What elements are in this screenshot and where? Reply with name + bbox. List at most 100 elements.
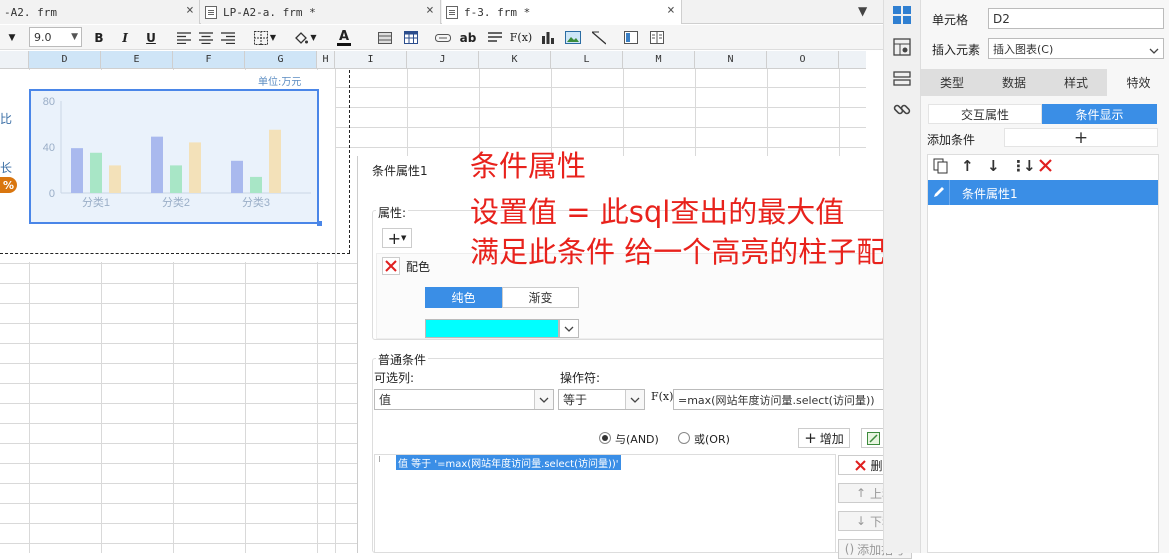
close-icon[interactable]: × [186,3,194,18]
attribute-label: 属性: [376,204,409,221]
text-icon[interactable]: ab [459,28,477,47]
add-condition-button[interactable]: + 增加 [798,428,850,448]
chevron-down-icon [625,390,644,409]
fill-color-icon[interactable]: ▼ [290,28,320,47]
tab-lp-a2-a[interactable]: LP-A2-a. frm * × [201,0,441,24]
format-toolbar: ▼ 9.0 ▼ B I U ▼ ▼ A ab F(x) [0,25,883,50]
image-icon[interactable] [564,28,582,47]
border-icon[interactable]: ▼ [251,28,279,47]
column-select[interactable]: 值 [374,389,554,410]
x-tick-label: 分类1 [82,195,110,209]
tab-type[interactable]: 类型 [921,69,983,96]
column-header-n[interactable]: N [695,51,767,69]
bold-button[interactable]: B [90,28,108,47]
formula-icon[interactable]: F(x) [510,28,532,47]
column-header-i[interactable]: I [335,51,407,69]
insert-element-select[interactable]: 插入图表(C) [988,38,1164,59]
chevron-down-icon [564,326,574,332]
tab-data[interactable]: 数据 [983,69,1045,96]
move-bottom-icon[interactable]: ⋮↓ [1011,157,1036,175]
tab-list-icon[interactable]: ▼ [858,4,867,18]
operator-select[interactable]: 等于 [558,389,645,410]
move-up-icon[interactable]: ↑ [961,157,974,175]
font-color-icon[interactable]: A [328,28,360,47]
bar [151,136,163,193]
delete-icon[interactable] [1039,159,1052,175]
tab-f-3[interactable]: f-3. frm * × [442,0,682,24]
condition-list-panel [927,154,1159,553]
x-tick-label: 分类2 [162,195,190,209]
file-icon [205,5,217,19]
column-header-o[interactable]: O [767,51,839,69]
solid-color-tab[interactable]: 纯色 [425,287,502,308]
formula-fx-icon[interactable]: F(x) [651,390,673,403]
italic-button[interactable]: I [116,28,134,47]
align-right-icon[interactable] [219,28,237,47]
column-header-k[interactable]: K [479,51,551,69]
cell-element-icon[interactable] [893,38,911,56]
color-dropdown-button[interactable] [559,319,579,338]
column-header-j[interactable]: J [407,51,479,69]
color-swatch[interactable] [425,319,559,338]
tab-a2[interactable]: -A2. frm × [0,0,200,24]
layout-icon[interactable] [622,28,640,47]
column-header-f[interactable]: F [173,51,245,69]
align-left-icon[interactable] [175,28,193,47]
link-icon[interactable] [893,101,911,119]
document-tab-bar: -A2. frm × LP-A2-a. frm * × f-3. frm * ×… [0,0,883,24]
copy-icon[interactable] [933,158,949,177]
columns-icon[interactable] [648,28,666,47]
column-header-d[interactable]: D [29,51,101,69]
wrap-text-icon[interactable] [486,28,504,47]
column-header-l[interactable]: L [551,51,623,69]
add-condition-plus-button[interactable]: + [1004,128,1158,148]
tab-style[interactable]: 样式 [1045,69,1107,96]
close-icon[interactable]: × [667,3,675,18]
gradient-tab[interactable]: 渐变 [502,287,579,308]
formula-input[interactable]: =max(网站年度访问量.select(访问量)) [673,389,913,410]
table-icon[interactable] [402,28,420,47]
font-size-select[interactable]: 9.0 ▼ [29,27,82,47]
property-panel: 单元格 D2 插入元素 插入图表(C) 类型 数据 样式 特效 交互属性 条件显… [920,0,1169,553]
bar-chart-icon[interactable] [539,28,557,47]
column-header-h[interactable]: H [317,51,335,69]
add-attribute-button[interactable]: + ▼ [382,228,412,248]
insert-element-label: 插入元素 [932,43,981,57]
arrow-up-icon: ↑ [855,486,867,500]
link-icon[interactable] [433,28,453,47]
column-header-e[interactable]: E [101,51,173,69]
page-boundary-vertical [349,70,350,253]
bar [231,160,243,193]
cell-attribute-icon[interactable] [893,70,911,88]
tab-effect[interactable]: 特效 [1107,69,1169,96]
tab-label: -A2. frm [4,5,57,19]
pencil-icon [932,185,946,202]
remove-attribute-button[interactable] [382,257,400,275]
underline-button[interactable]: U [142,28,160,47]
align-center-icon[interactable] [197,28,215,47]
diagonal-icon[interactable] [590,28,608,47]
cell-property-icon[interactable] [892,5,912,25]
color-label: 配色 [406,260,431,274]
and-label: 与(AND) [615,433,659,446]
move-down-icon[interactable]: ↓ [987,157,1000,175]
column-header-blank [0,51,29,69]
bar [90,152,102,193]
cell-input[interactable]: D2 [988,8,1164,29]
bar [250,176,262,193]
add-condition-label: 添加条件 [927,133,976,147]
bar-chart[interactable]: 80 40 0 分类1 分类2 分类3 [29,89,319,224]
cell-style-icon[interactable] [376,28,394,47]
edit-icon [866,431,880,445]
chart-resize-handle[interactable] [317,221,322,226]
condition-list-item[interactable]: 值 等于 '=max(网站年度访问量.select(访问量))' [396,455,621,470]
column-header-g[interactable]: G [245,51,317,69]
subtab-condition-display[interactable]: 条件显示 [1042,104,1157,124]
subtab-interaction[interactable]: 交互属性 [928,104,1042,124]
column-header-m[interactable]: M [623,51,695,69]
font-name-dropdown-icon[interactable]: ▼ [2,28,22,47]
and-radio[interactable] [599,432,611,444]
percent-badge: % [0,177,17,193]
close-icon[interactable]: × [426,3,434,18]
or-radio[interactable] [678,432,690,444]
